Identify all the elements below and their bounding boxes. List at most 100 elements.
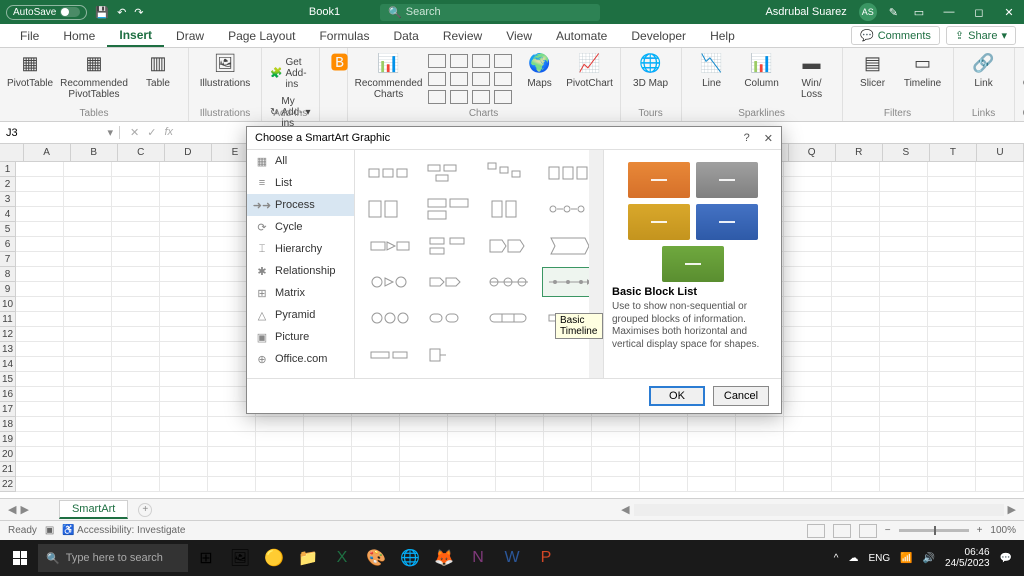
sparkline-col-button[interactable]: 📊Column (740, 50, 784, 89)
comments-button[interactable]: 💬Comments (851, 26, 940, 45)
layout-thumb[interactable] (542, 231, 596, 261)
macro-record-icon[interactable]: ▣ (45, 525, 54, 536)
category-hierarchy[interactable]: ⌶Hierarchy (247, 238, 354, 260)
chart-type-icon[interactable] (450, 72, 468, 86)
taskbar-paint-icon[interactable]: 🎨 (360, 544, 392, 572)
sheet-tab[interactable]: SmartArt (59, 500, 128, 519)
col-header[interactable]: D (165, 144, 212, 162)
layout-thumb[interactable] (482, 231, 536, 261)
category-matrix[interactable]: ⊞Matrix (247, 282, 354, 304)
user-name[interactable]: Asdrubal Suarez (765, 6, 846, 18)
layout-thumb[interactable] (363, 231, 417, 261)
tab-page-layout[interactable]: Page Layout (216, 24, 307, 47)
layout-thumb[interactable] (363, 303, 417, 333)
search-box[interactable]: 🔍 Search (380, 4, 600, 21)
taskbar-onenote-icon[interactable]: N (462, 544, 494, 572)
pivottable-button[interactable]: ▦PivotTable (8, 50, 52, 89)
tray-wifi-icon[interactable]: 📶 (900, 553, 912, 564)
cancel-button[interactable]: Cancel (713, 386, 769, 406)
taskbar-powerpoint-icon[interactable]: P (530, 544, 562, 572)
row-header[interactable]: 14 (0, 357, 16, 372)
save-icon[interactable]: 💾 (95, 6, 109, 19)
chart-type-icon[interactable] (450, 90, 468, 104)
pen-icon[interactable]: ✎ (889, 6, 898, 19)
category-process[interactable]: ➜➜Process (247, 194, 354, 216)
chart-type-icon[interactable] (494, 72, 512, 86)
tab-developer[interactable]: Developer (619, 24, 698, 47)
ribbon-mode-icon[interactable]: ▭ (910, 5, 928, 19)
minimize-icon[interactable]: — (940, 5, 958, 19)
category-cycle[interactable]: ⟳Cycle (247, 216, 354, 238)
layout-thumb[interactable] (423, 267, 477, 297)
category-officecom[interactable]: ⊕Office.com (247, 348, 354, 370)
taskbar-edge-icon[interactable]: 🌐 (394, 544, 426, 572)
task-view-icon[interactable]: ⊞ (190, 544, 222, 572)
row-header[interactable]: 8 (0, 267, 16, 282)
view-pagelayout-button[interactable] (833, 524, 851, 538)
row-header[interactable]: 6 (0, 237, 16, 252)
dialog-help-button[interactable]: ? (744, 132, 750, 145)
dialog-close-button[interactable]: ✕ (764, 132, 773, 145)
chart-type-icon[interactable] (494, 90, 512, 104)
rec-charts-button[interactable]: 📊Recommended Charts (356, 50, 422, 100)
layout-thumb[interactable] (482, 303, 536, 333)
layout-thumb[interactable] (423, 340, 477, 370)
tab-home[interactable]: Home (51, 24, 107, 47)
category-picture[interactable]: ▣Picture (247, 326, 354, 348)
dialog-titlebar[interactable]: Choose a SmartArt Graphic ? ✕ (247, 127, 781, 149)
tab-automate[interactable]: Automate (544, 24, 619, 47)
row-header[interactable]: 13 (0, 342, 16, 357)
row-header[interactable]: 20 (0, 447, 16, 462)
tray-sound-icon[interactable]: 🔊 (923, 553, 935, 564)
layout-thumb[interactable] (482, 267, 536, 297)
layout-thumb-selected[interactable] (542, 267, 596, 297)
close-icon[interactable]: ✕ (1000, 5, 1018, 19)
chart-type-icon[interactable] (428, 72, 446, 86)
chart-type-icon[interactable] (472, 90, 490, 104)
layout-thumb[interactable] (482, 158, 536, 188)
tray-onedrive-icon[interactable]: ☁ (848, 553, 858, 564)
view-normal-button[interactable] (807, 524, 825, 538)
get-addins-button[interactable]: 🧩Get Add-ins (270, 56, 311, 91)
row-header[interactable]: 1 (0, 162, 16, 177)
scroll-right-icon[interactable]: ▶ (1008, 503, 1016, 516)
taskbar-chrome-icon[interactable]: 🟡 (258, 544, 290, 572)
row-header[interactable]: 18 (0, 417, 16, 432)
chart-type-icon[interactable] (450, 54, 468, 68)
layout-thumb[interactable] (423, 231, 477, 261)
row-header[interactable]: 4 (0, 207, 16, 222)
chart-type-icon[interactable] (428, 90, 446, 104)
row-header[interactable]: 2 (0, 177, 16, 192)
layout-thumb[interactable] (482, 194, 536, 224)
col-header[interactable]: A (24, 144, 71, 162)
chart-type-icon[interactable] (472, 72, 490, 86)
category-pyramid[interactable]: △Pyramid (247, 304, 354, 326)
col-header[interactable]: C (118, 144, 165, 162)
maximize-icon[interactable]: ◻ (970, 5, 988, 19)
tray-notifications-icon[interactable]: 💬 (1000, 553, 1012, 564)
maps-button[interactable]: 🌍Maps (518, 50, 562, 89)
row-header[interactable]: 3 (0, 192, 16, 207)
zoom-level[interactable]: 100% (990, 525, 1016, 536)
col-header[interactable]: T (930, 144, 977, 162)
tab-formulas[interactable]: Formulas (307, 24, 381, 47)
table-button[interactable]: ▥Table (136, 50, 180, 89)
user-avatar[interactable]: AS (859, 3, 877, 21)
tray-lang-icon[interactable]: ENG (868, 553, 890, 564)
row-header[interactable]: 22 (0, 477, 16, 492)
start-button[interactable] (4, 544, 36, 572)
tray-chevron-icon[interactable]: ^ (834, 553, 839, 564)
layout-thumb[interactable] (363, 340, 417, 370)
row-header[interactable]: 9 (0, 282, 16, 297)
redo-icon[interactable]: ↷ (134, 6, 143, 19)
tab-draw[interactable]: Draw (164, 24, 216, 47)
add-sheet-button[interactable]: + (138, 503, 152, 517)
chart-type-icon[interactable] (428, 54, 446, 68)
scroll-left-icon[interactable]: ◀ (621, 503, 629, 516)
taskbar-explorer-icon[interactable]: 📁 (292, 544, 324, 572)
sheet-nav-left-icon[interactable]: ◀ (8, 503, 16, 516)
layout-thumb[interactable] (363, 194, 417, 224)
chart-types[interactable] (428, 50, 512, 104)
layout-thumb[interactable] (423, 194, 477, 224)
undo-icon[interactable]: ↶ (117, 6, 126, 19)
